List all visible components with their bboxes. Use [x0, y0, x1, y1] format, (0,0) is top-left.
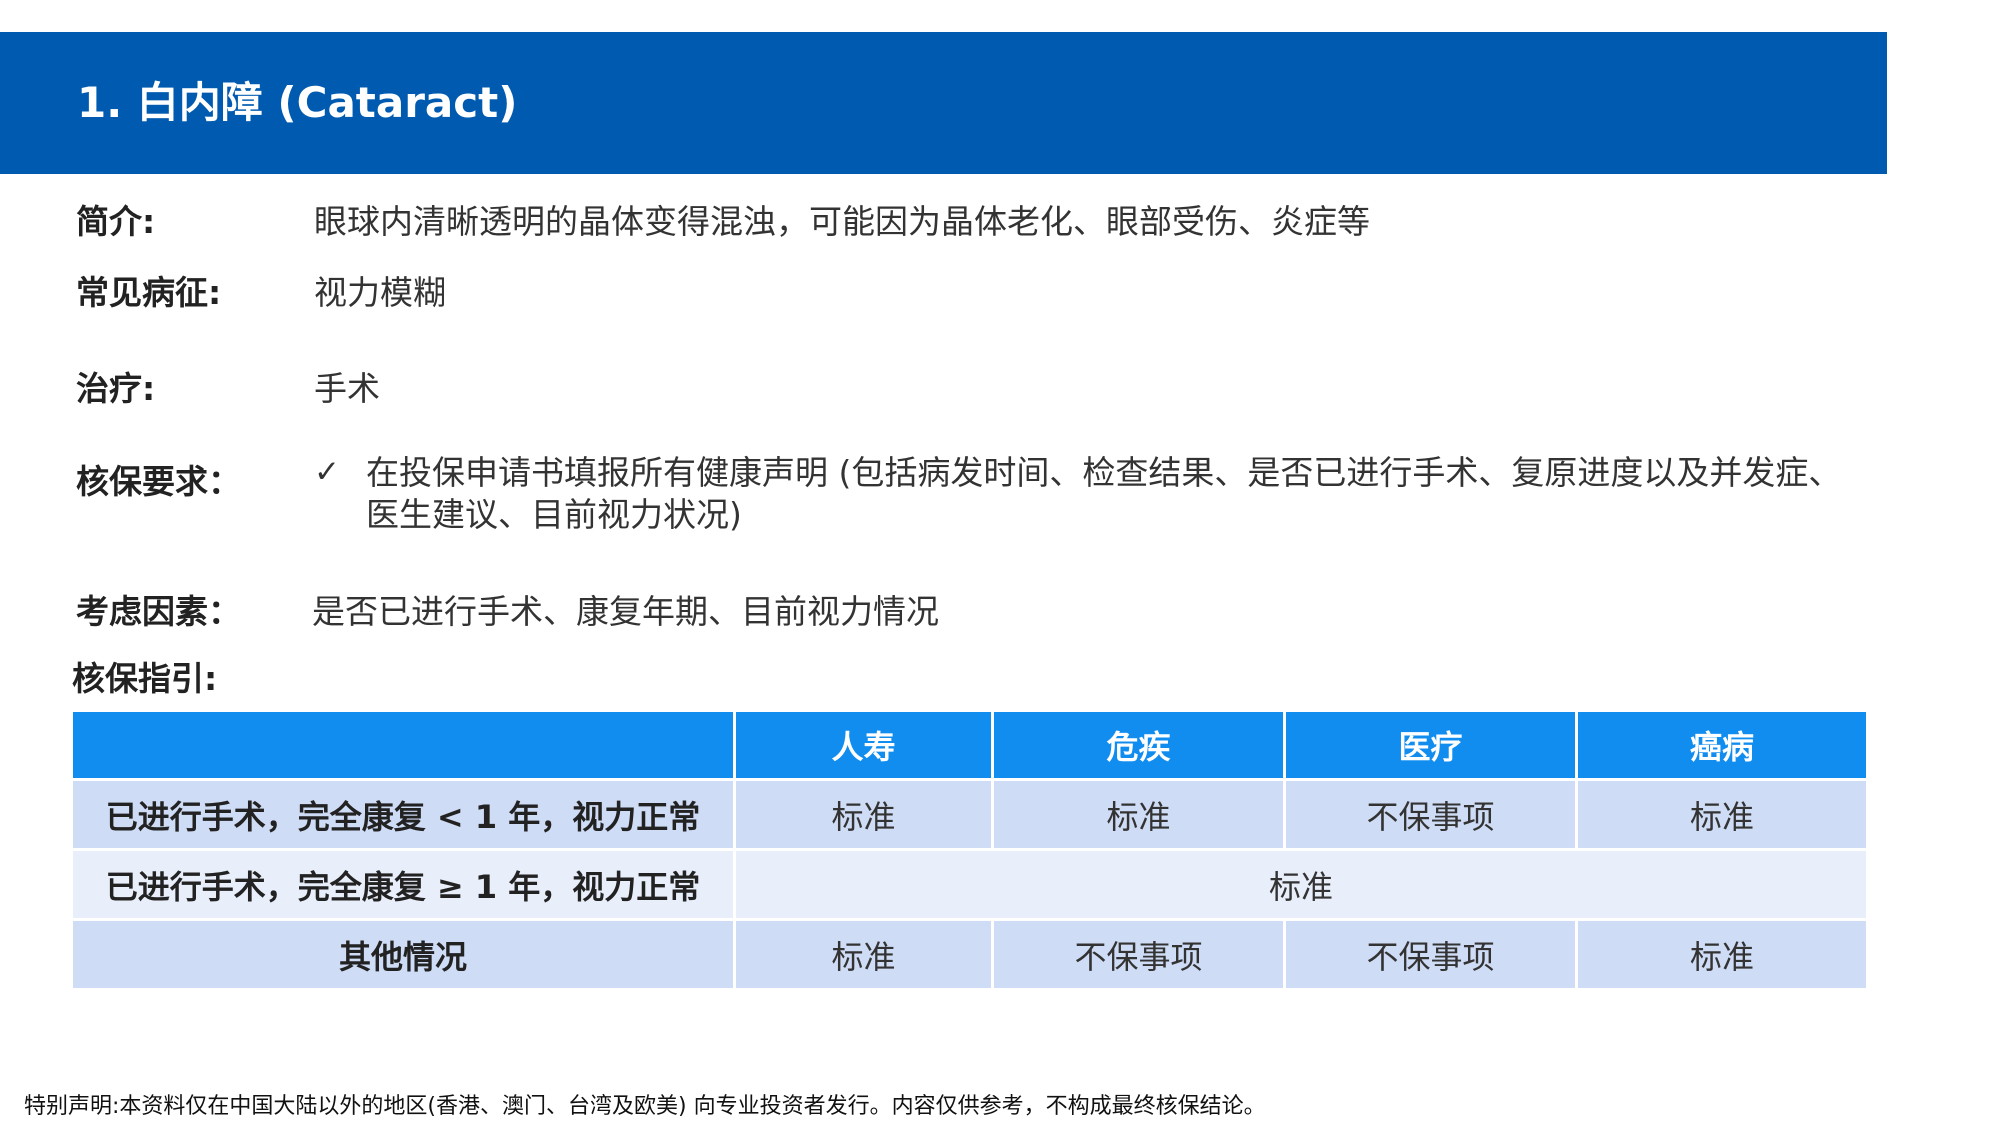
table-header-row: 人寿 危疾 医疗 癌病 [70, 709, 1869, 781]
table-cell: 标准 [1575, 918, 1869, 991]
table-cell-merged: 标准 [733, 848, 1869, 921]
table-cell: 标准 [733, 918, 994, 991]
table-cell: 不保事项 [1283, 918, 1578, 991]
header-condition [70, 709, 736, 781]
table-cell: 标准 [1575, 778, 1869, 851]
table-cell: 标准 [991, 778, 1286, 851]
table-row: 其他情况 标准 不保事项 不保事项 标准 [70, 918, 1869, 991]
symptoms-label: 常见病征: [76, 273, 222, 312]
table-row: 已进行手术，完全康复 ≥ 1 年，视力正常 标准 [70, 848, 1869, 921]
header-life: 人寿 [733, 709, 994, 781]
header-critical-illness: 危疾 [991, 709, 1286, 781]
table-cell: 不保事项 [1283, 778, 1578, 851]
row-condition: 已进行手术，完全康复 ≥ 1 年，视力正常 [70, 848, 736, 921]
treatment-value: 手术 [314, 369, 380, 408]
table-row: 已进行手术，完全康复 < 1 年，视力正常 标准 标准 不保事项 标准 [70, 778, 1869, 851]
intro-value: 眼球内清晰透明的晶体变得混浊，可能因为晶体老化、眼部受伤、炎症等 [314, 202, 1370, 241]
requirements-label: 核保要求： [76, 462, 241, 501]
disclaimer: 特别声明:本资料仅在中国大陆以外的地区(香港、澳门、台湾及欧美) 向专业投资者发… [24, 1094, 1266, 1119]
factors-label: 考虑因素： [76, 592, 241, 631]
guide-label: 核保指引: [72, 659, 218, 698]
underwriting-guide-table: 人寿 危疾 医疗 癌病 已进行手术，完全康复 < 1 年，视力正常 标准 标准 … [70, 709, 1869, 991]
table-cell: 标准 [733, 778, 994, 851]
row-condition: 其他情况 [70, 918, 736, 991]
header-cancer: 癌病 [1575, 709, 1869, 781]
header-medical: 医疗 [1283, 709, 1578, 781]
treatment-label: 治疗: [76, 369, 156, 408]
intro-label: 简介: [76, 202, 156, 241]
check-icon: ✓ [314, 454, 340, 490]
table-cell: 不保事项 [991, 918, 1286, 991]
symptoms-value: 视力模糊 [314, 273, 446, 312]
title-bar: 1. 白内障 (Cataract) [0, 32, 1887, 174]
factors-value: 是否已进行手术、康复年期、目前视力情况 [312, 592, 939, 631]
page-title: 1. 白内障 (Cataract) [77, 78, 518, 127]
requirements-text: 在投保申请书填报所有健康声明 (包括病发时间、检查结果、是否已进行手术、复原进度… [366, 453, 1842, 534]
row-condition: 已进行手术，完全康复 < 1 年，视力正常 [70, 778, 736, 851]
